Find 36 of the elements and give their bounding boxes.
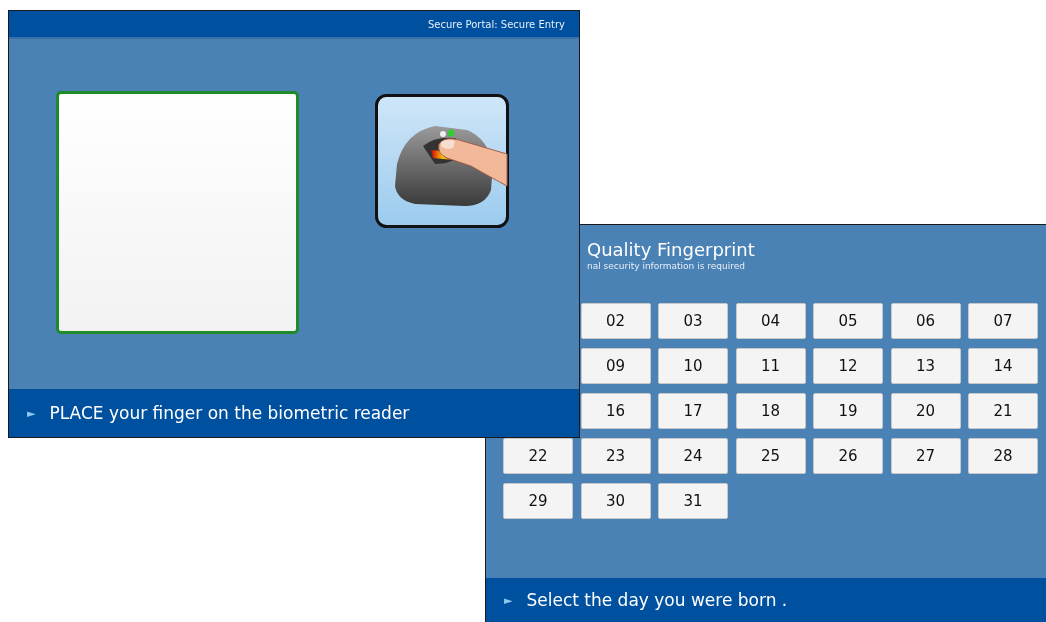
- fingerprint-reader-icon: [375, 94, 509, 228]
- day-button[interactable]: 10: [658, 348, 728, 384]
- day-button[interactable]: 13: [890, 348, 961, 384]
- day-button[interactable]: 06: [890, 303, 961, 339]
- day-button[interactable]: 12: [813, 348, 883, 384]
- day-button[interactable]: 24: [658, 438, 728, 474]
- day-button[interactable]: 18: [735, 393, 806, 429]
- day-button[interactable]: 30: [580, 483, 651, 519]
- day-button[interactable]: 27: [890, 438, 961, 474]
- day-button[interactable]: 11: [735, 348, 806, 384]
- prompt-marker: ►: [27, 406, 36, 420]
- day-button[interactable]: 29: [503, 483, 573, 519]
- day-button[interactable]: 07: [968, 303, 1038, 339]
- day-button[interactable]: 22: [503, 438, 573, 474]
- window-subheading: nal security information is required: [587, 261, 746, 271]
- day-button[interactable]: 21: [968, 393, 1038, 429]
- window-title: Secure Portal: Secure Entry: [428, 18, 565, 30]
- day-button[interactable]: 16: [580, 393, 651, 429]
- day-button[interactable]: 25: [735, 438, 806, 474]
- prompt-text: PLACE your finger on the biometric reader: [49, 403, 410, 423]
- day-button[interactable]: 20: [890, 393, 961, 429]
- prompt-marker: ►: [504, 593, 513, 607]
- day-button[interactable]: 03: [658, 303, 728, 339]
- day-button[interactable]: 19: [813, 393, 883, 429]
- day-button[interactable]: 05: [813, 303, 883, 339]
- day-button[interactable]: 23: [580, 438, 651, 474]
- day-button[interactable]: 02: [580, 303, 651, 339]
- day-button[interactable]: 04: [735, 303, 806, 339]
- day-button[interactable]: 28: [968, 438, 1038, 474]
- day-button[interactable]: 31: [658, 483, 728, 519]
- day-button[interactable]: 26: [813, 438, 883, 474]
- prompt-text: Select the day you were born .: [526, 590, 788, 610]
- day-button[interactable]: 09: [580, 348, 651, 384]
- day-button[interactable]: 14: [968, 348, 1038, 384]
- window-heading: Quality Fingerprint: [587, 239, 755, 260]
- day-button[interactable]: 17: [658, 393, 728, 429]
